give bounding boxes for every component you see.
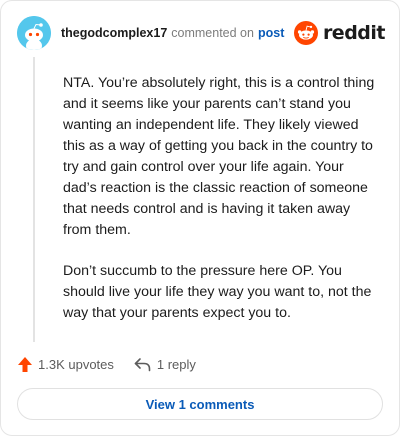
comment-header: thegodcomplex17 commented on post reddit (17, 15, 386, 51)
comment-meta: thegodcomplex17 commented on post (61, 26, 284, 40)
upvote-button[interactable]: 1.3K upvotes (17, 356, 114, 373)
comment-body: NTA. You’re absolutely right, this is a … (63, 73, 381, 344)
post-link[interactable]: post (258, 26, 284, 40)
view-comments-button[interactable]: View 1 comments (17, 388, 383, 420)
comment-paragraph: NTA. You’re absolutely right, this is a … (63, 75, 375, 238)
brand-wordmark: reddit (322, 22, 386, 44)
reddit-logo-icon (293, 21, 318, 45)
thread-line (33, 57, 35, 342)
username[interactable]: thegodcomplex17 (61, 26, 167, 40)
avatar[interactable] (17, 16, 51, 50)
comment-actions: 1.3K upvotes 1 reply (17, 352, 196, 376)
reply-arrow-icon (134, 357, 151, 371)
reply-button[interactable]: 1 reply (134, 357, 196, 372)
reddit-brand[interactable]: reddit (293, 21, 386, 45)
snoo-avatar-icon (17, 16, 51, 50)
comment-card: thegodcomplex17 commented on post reddit… (0, 0, 400, 436)
comment-paragraph: Don’t succumb to the pressure here OP. Y… (63, 263, 372, 321)
action-text: commented on (171, 26, 254, 40)
reply-count: 1 reply (156, 356, 196, 372)
upvote-arrow-icon (18, 356, 32, 372)
upvote-count: 1.3K upvotes (38, 356, 114, 372)
